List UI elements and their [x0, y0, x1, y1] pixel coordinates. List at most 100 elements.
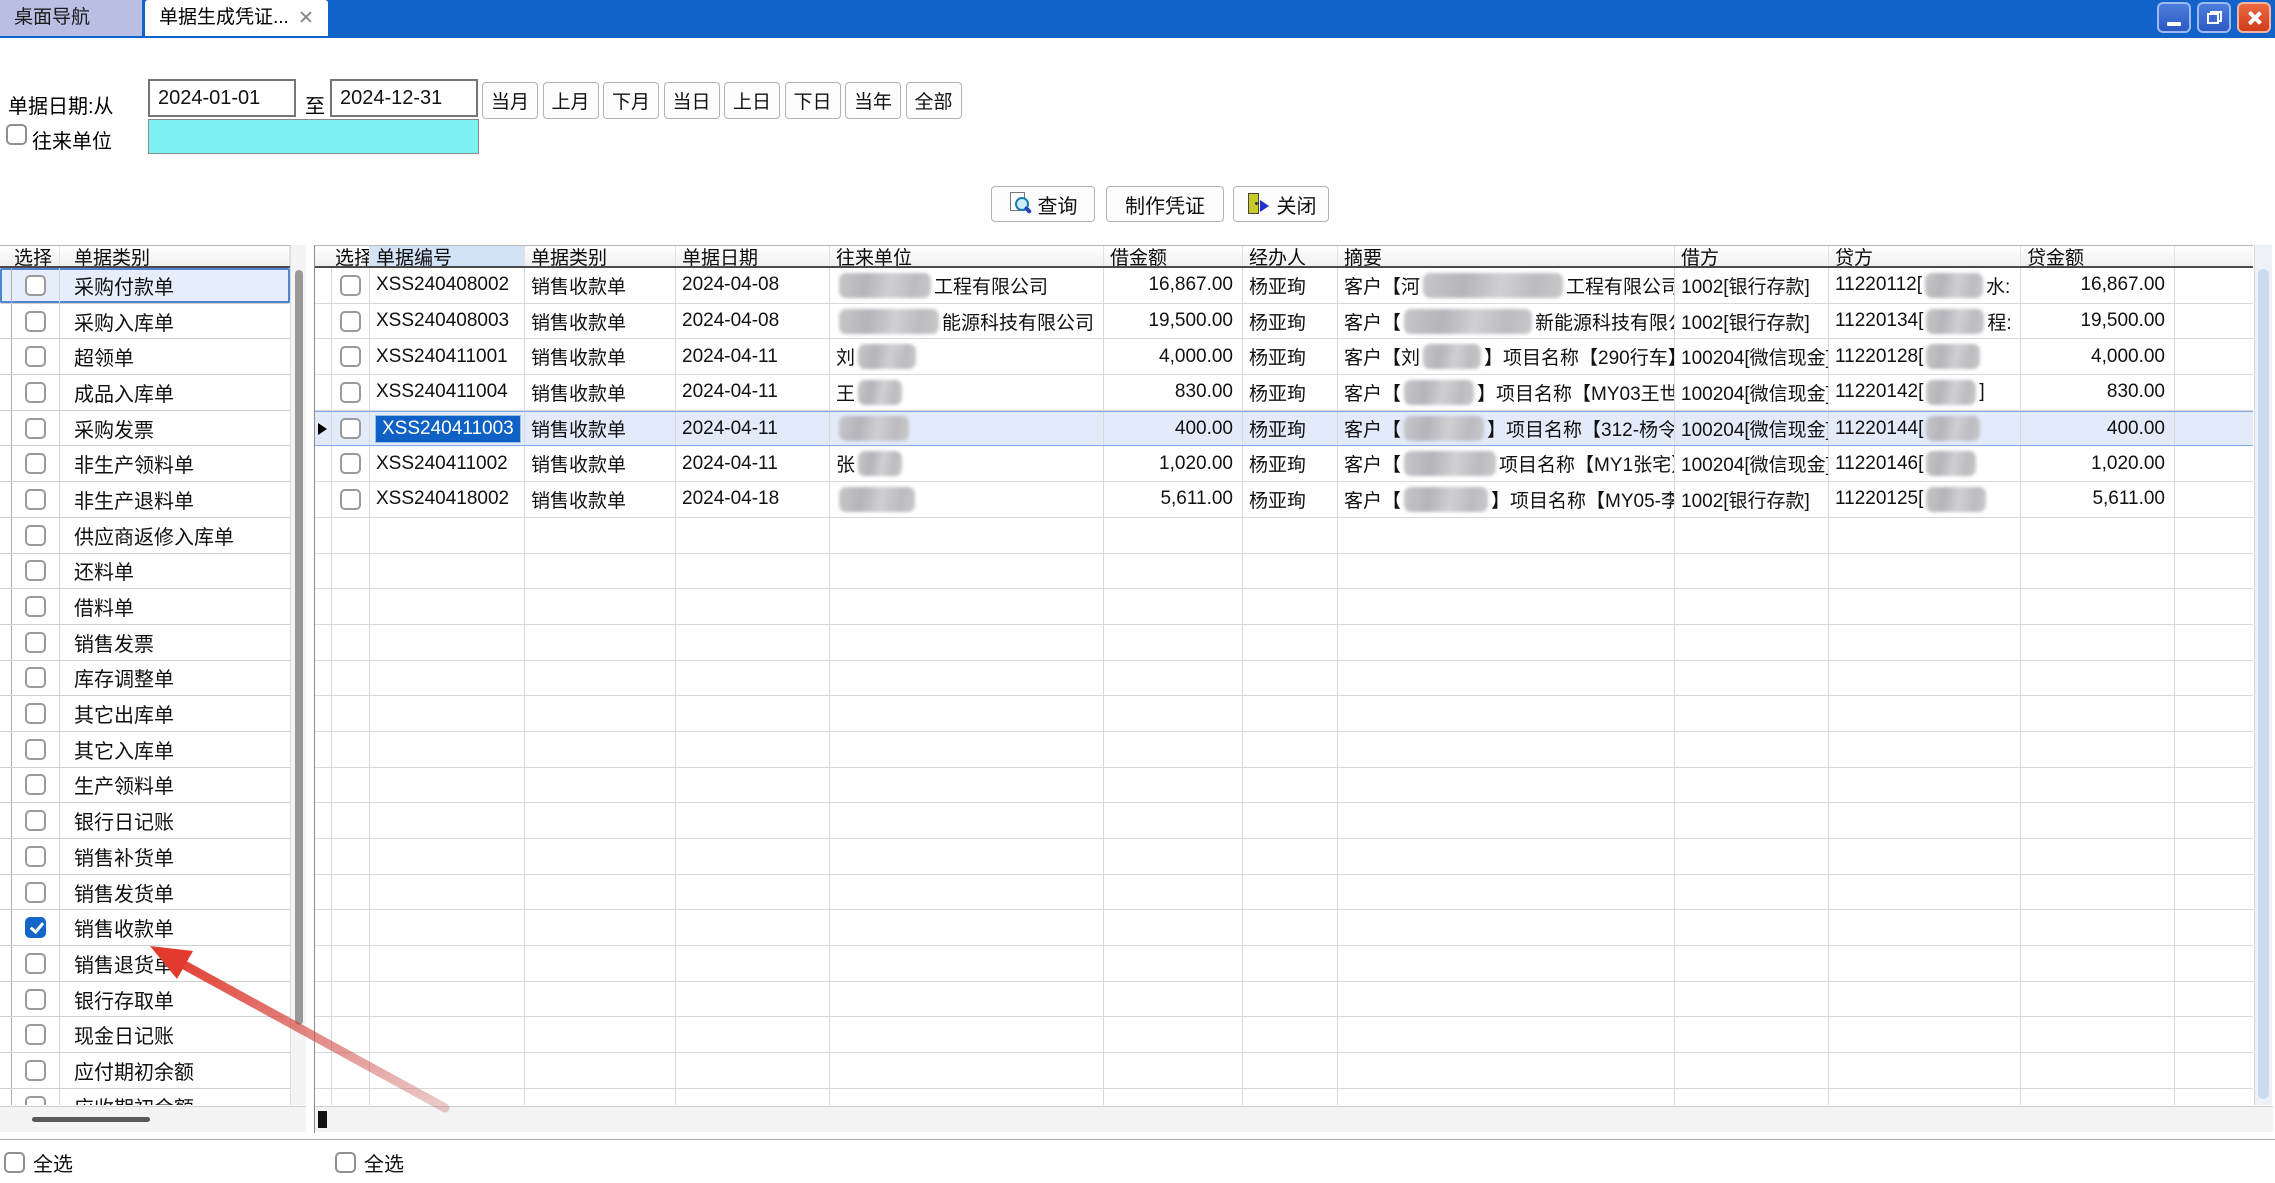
document-row[interactable]: XSS240408003 销售收款单 2024-04-08 能源科技有限公司 1… [315, 304, 2253, 340]
right-vscroll-thumb[interactable] [2258, 269, 2269, 1099]
restore-button[interactable] [2197, 2, 2231, 33]
close-button[interactable] [2237, 2, 2271, 33]
left-horizontal-scrollbar[interactable] [0, 1106, 306, 1132]
doc-category-row[interactable]: 其它入库单 [0, 732, 290, 768]
document-row[interactable]: XSS240411002 销售收款单 2024-04-11 张 1,020.00… [315, 446, 2253, 482]
category-checkbox[interactable] [25, 560, 46, 581]
category-checkbox[interactable] [25, 953, 46, 974]
category-checkbox[interactable] [25, 1096, 46, 1105]
minimize-button[interactable] [2157, 2, 2191, 33]
document-checkbox[interactable] [340, 346, 361, 367]
doc-category-row[interactable]: 销售发货单 [0, 875, 290, 911]
category-checkbox[interactable] [25, 275, 46, 296]
right-select-all-checkbox[interactable] [335, 1152, 356, 1173]
category-checkbox[interactable] [25, 989, 46, 1010]
col-header-doc-date[interactable]: 单据日期 [676, 246, 830, 266]
category-checkbox[interactable] [25, 453, 46, 474]
doc-category-row[interactable]: 库存调整单 [0, 661, 290, 697]
date-to-input[interactable] [330, 79, 478, 117]
right-vertical-scrollbar[interactable] [2254, 245, 2272, 1105]
doc-category-row[interactable]: 销售退货单 [0, 946, 290, 982]
doc-category-row[interactable]: 采购发票 [0, 411, 290, 447]
quick-date-button[interactable]: 当日 [664, 82, 720, 119]
doc-category-row[interactable]: 借料单 [0, 589, 290, 625]
document-checkbox[interactable] [340, 489, 361, 510]
left-vertical-scrollbar[interactable] [290, 245, 306, 1105]
quick-date-button[interactable]: 全部 [906, 82, 962, 119]
doc-category-row[interactable]: 生产领料单 [0, 768, 290, 804]
tab-close-icon[interactable] [299, 10, 313, 24]
col-header-debit-account[interactable]: 借方 [1675, 246, 1829, 266]
category-checkbox[interactable] [25, 810, 46, 831]
make-voucher-button[interactable]: 制作凭证 [1106, 186, 1224, 222]
category-checkbox[interactable] [25, 596, 46, 617]
category-checkbox[interactable] [25, 382, 46, 403]
doc-category-row[interactable]: 应收期初余额 [0, 1089, 290, 1105]
category-checkbox[interactable] [25, 917, 46, 938]
category-checkbox[interactable] [25, 846, 46, 867]
quick-date-button[interactable]: 下月 [603, 82, 659, 119]
tab-doc-to-voucher[interactable]: 单据生成凭证... [145, 0, 328, 36]
col-header-handler[interactable]: 经办人 [1243, 246, 1338, 266]
doc-category-row[interactable]: 银行存取单 [0, 982, 290, 1018]
document-checkbox[interactable] [340, 382, 361, 403]
doc-category-row[interactable]: 现金日记账 [0, 1017, 290, 1053]
doc-category-row[interactable]: 应付期初余额 [0, 1053, 290, 1089]
left-select-all-checkbox[interactable] [4, 1152, 25, 1173]
document-row[interactable]: XSS240411001 销售收款单 2024-04-11 刘 4,000.00… [315, 339, 2253, 375]
col-header-doc-no[interactable]: 单据编号 [370, 246, 525, 266]
document-row[interactable]: XSS240408002 销售收款单 2024-04-08 工程有限公司 16,… [315, 268, 2253, 304]
col-header-partner[interactable]: 往来单位 [830, 246, 1104, 266]
document-checkbox[interactable] [340, 453, 361, 474]
doc-category-row[interactable]: 采购付款单 [0, 268, 290, 304]
category-checkbox[interactable] [25, 882, 46, 903]
quick-date-button[interactable]: 当月 [482, 82, 538, 119]
doc-category-row[interactable]: 非生产领料单 [0, 446, 290, 482]
doc-category-row[interactable]: 银行日记账 [0, 803, 290, 839]
category-checkbox[interactable] [25, 739, 46, 760]
quick-date-button[interactable]: 上日 [724, 82, 780, 119]
date-from-input[interactable] [148, 79, 296, 117]
doc-category-row[interactable]: 销售补货单 [0, 839, 290, 875]
query-button[interactable]: 查询 [991, 186, 1095, 222]
doc-category-row[interactable]: 销售发票 [0, 625, 290, 661]
category-checkbox[interactable] [25, 1060, 46, 1081]
document-checkbox[interactable] [340, 275, 361, 296]
col-header-summary[interactable]: 摘要 [1338, 246, 1675, 266]
doc-category-row[interactable]: 供应商返修入库单 [0, 518, 290, 554]
document-row[interactable]: XSS240411004 销售收款单 2024-04-11 王 830.00 杨… [315, 375, 2253, 411]
doc-category-row[interactable]: 销售收款单 [0, 910, 290, 946]
close-form-button[interactable]: 关闭 [1233, 186, 1329, 222]
right-horizontal-scrollbar[interactable] [315, 1106, 2273, 1132]
col-header-doc-type[interactable]: 单据类别 [525, 246, 676, 266]
category-checkbox[interactable] [25, 418, 46, 439]
left-hscroll-thumb[interactable] [32, 1117, 150, 1122]
category-checkbox[interactable] [25, 311, 46, 332]
right-hscroll-thumb[interactable] [318, 1111, 327, 1128]
document-row[interactable]: XSS240418002 销售收款单 2024-04-18 5,611.00 杨… [315, 482, 2253, 518]
doc-category-row[interactable]: 非生产退料单 [0, 482, 290, 518]
col-header-credit-account[interactable]: 贷方 [1829, 246, 2021, 266]
document-row[interactable]: XSS240411003 销售收款单 2024-04-11 400.00 杨亚珣… [315, 411, 2253, 447]
category-checkbox[interactable] [25, 489, 46, 510]
document-checkbox[interactable] [340, 311, 361, 332]
document-checkbox[interactable] [340, 418, 361, 439]
doc-category-row[interactable]: 采购入库单 [0, 304, 290, 340]
col-header-credit-amount[interactable]: 贷金额 [2021, 246, 2175, 266]
category-checkbox[interactable] [25, 1024, 46, 1045]
partner-filter-checkbox[interactable] [6, 124, 27, 145]
quick-date-button[interactable]: 当年 [845, 82, 901, 119]
doc-category-row[interactable]: 还料单 [0, 554, 290, 590]
col-header-debit-amount[interactable]: 借金额 [1104, 246, 1243, 266]
doc-category-row[interactable]: 其它出库单 [0, 696, 290, 732]
tab-desktop-nav[interactable]: 桌面导航 [0, 0, 142, 36]
doc-category-row[interactable]: 超领单 [0, 339, 290, 375]
category-checkbox[interactable] [25, 525, 46, 546]
left-vscroll-thumb[interactable] [295, 270, 303, 1025]
category-checkbox[interactable] [25, 774, 46, 795]
partner-input[interactable] [148, 119, 479, 154]
category-checkbox[interactable] [25, 632, 46, 653]
quick-date-button[interactable]: 上月 [543, 82, 599, 119]
quick-date-button[interactable]: 下日 [785, 82, 841, 119]
doc-category-row[interactable]: 成品入库单 [0, 375, 290, 411]
